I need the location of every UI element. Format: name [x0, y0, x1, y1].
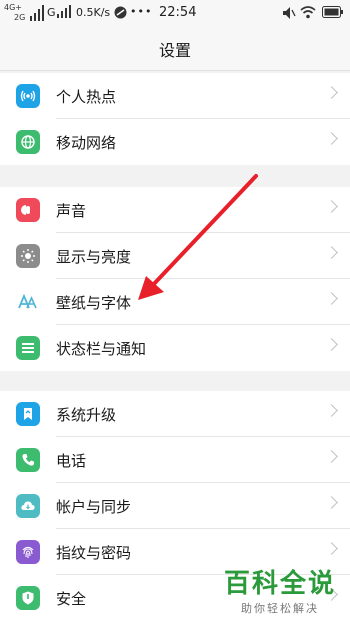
watermark: 百科全说 助你轻松解决 [224, 563, 336, 616]
watermark-subtitle: 助你轻松解决 [240, 602, 319, 615]
watermark-title: 百科全说 [223, 569, 336, 599]
annotation-arrow [138, 174, 258, 300]
